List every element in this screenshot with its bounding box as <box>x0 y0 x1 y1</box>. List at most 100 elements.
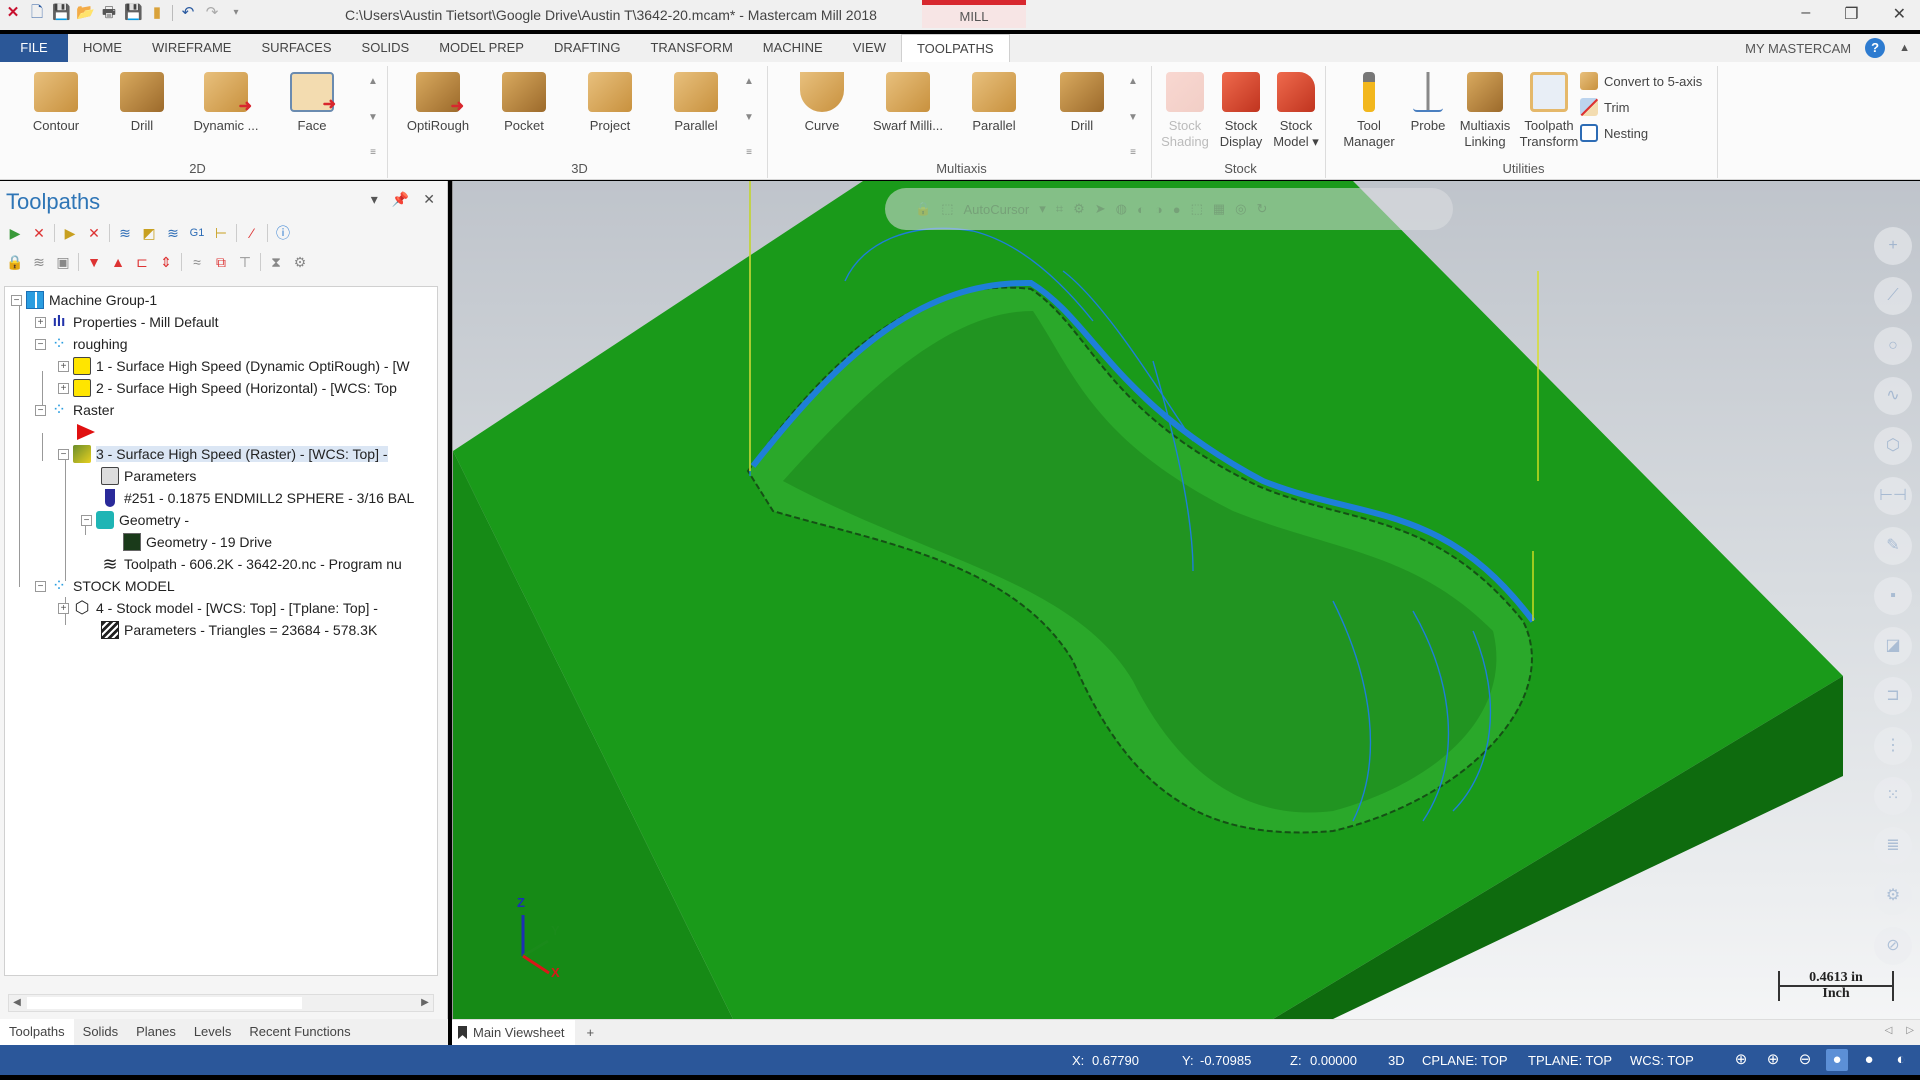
stock-display-button[interactable]: Stock Display <box>1214 72 1268 150</box>
autocursor-toolbar[interactable]: 🔒 ⬚ AutoCursor ▾ ⌗ ⚙ ➤ ◍ ◐ ◑ ● ⬚ ▦ ◎ ↻ <box>885 188 1453 230</box>
tree-node-raster-group[interactable]: − ⁘ Raster <box>35 399 114 421</box>
collapse-toggle[interactable]: − <box>58 448 69 460</box>
tree-node-roughing-group[interactable]: − ⁘ roughing <box>35 333 128 355</box>
help-icon[interactable]: ? <box>1865 38 1886 58</box>
collapse-ribbon-icon[interactable]: ▲ <box>1899 42 1910 54</box>
new-file-icon[interactable]: 🗋 <box>28 4 46 22</box>
tree-node-operation-1[interactable]: + 1 - Surface High Speed (Dynamic OptiRo… <box>58 355 410 377</box>
tree-node-toolpath-file[interactable]: ≋ Toolpath - 606.2K - 3642-20.nc - Progr… <box>101 553 401 575</box>
cplane-selector[interactable]: CPLANE: TOP <box>1422 1053 1508 1068</box>
wcs-selector[interactable]: WCS: TOP <box>1630 1053 1694 1068</box>
insert-after-icon[interactable]: ⊏ <box>133 253 151 271</box>
selection-mode-icon[interactable]: ⬚ <box>1191 201 1203 217</box>
color-icon[interactable]: ⁙ <box>1874 777 1912 815</box>
tree-node-geometry[interactable]: − Geometry - <box>81 509 189 531</box>
point-icon[interactable]: + <box>1874 227 1912 265</box>
multiaxis-linking-button[interactable]: Multiaxis Linking <box>1452 72 1518 150</box>
panel-close-icon[interactable]: ✕ <box>423 191 435 208</box>
convert-to-5-axis-button[interactable]: Convert to 5-axis <box>1580 72 1702 90</box>
mastercam-logo-icon[interactable]: ✕ <box>4 4 22 22</box>
scroll-insert-icon[interactable]: ⇕ <box>157 253 175 271</box>
select-all-operations-icon[interactable]: ▶ <box>6 224 24 242</box>
gallery-scroller-multiaxis[interactable]: ▲ ▼ ≡ <box>1126 76 1140 158</box>
dimension-icon[interactable]: ⊢⊣ <box>1874 477 1912 515</box>
tree-node-stock-parameters[interactable]: Parameters - Triangles = 23684 - 578.3K <box>101 619 377 641</box>
tree-node-operation-4[interactable]: + ⬡ 4 - Stock model - [WCS: Top] - [Tpla… <box>58 597 378 619</box>
scroll-right-icon[interactable]: ▶ <box>417 995 433 1011</box>
tplane-selector[interactable]: TPLANE: TOP <box>1528 1053 1612 1068</box>
translucency-icon[interactable]: ◐ <box>1890 1049 1912 1071</box>
hidden-globe-icon[interactable]: ⊖ <box>1794 1049 1816 1071</box>
tool-icon[interactable]: ✎ <box>1874 527 1912 565</box>
toolpath-help-icon[interactable]: ⓘ <box>274 224 292 242</box>
nesting-button[interactable]: Nesting <box>1580 124 1648 142</box>
body-select-icon[interactable]: ● <box>1173 202 1181 217</box>
scroll-thumb[interactable] <box>27 997 302 1009</box>
select-icon[interactable]: ➤ <box>1095 201 1106 217</box>
tab-surfaces[interactable]: SURFACES <box>246 34 346 62</box>
solid-icon[interactable]: ⬡ <box>1874 427 1912 465</box>
tab-solids[interactable]: SOLIDS <box>347 34 425 62</box>
pocket-button[interactable]: Pocket <box>484 72 564 134</box>
swarf-milling-button[interactable]: Swarf Milli... <box>868 72 948 134</box>
solid-select-icon[interactable]: ◍ <box>1116 201 1127 217</box>
hide-unselected-icon[interactable]: ⧉ <box>212 253 230 271</box>
tab-view[interactable]: VIEW <box>838 34 901 62</box>
probe-button[interactable]: Probe <box>1400 72 1456 134</box>
tab-home[interactable]: HOME <box>68 34 137 62</box>
dropdown-icon[interactable]: ▾ <box>1039 201 1046 217</box>
chain-icon[interactable]: ⋮ <box>1874 727 1912 765</box>
spline-icon[interactable]: ∿ <box>1874 377 1912 415</box>
add-viewsheet-button[interactable]: + <box>575 1025 595 1040</box>
show-selected-only-icon[interactable]: ≈ <box>188 253 206 271</box>
drill-multiaxis-button[interactable]: Drill <box>1042 72 1122 134</box>
tree-horizontal-scrollbar[interactable]: ◀ ▶ <box>8 994 434 1012</box>
stock-shading-button[interactable]: Stock Shading <box>1158 72 1212 150</box>
tab-wireframe[interactable]: WIREFRAME <box>137 34 246 62</box>
manager-tab-solids[interactable]: Solids <box>74 1019 127 1045</box>
wireframe-globe-icon[interactable]: ⊕ <box>1730 1049 1752 1071</box>
tab-model-prep[interactable]: MODEL PREP <box>424 34 539 62</box>
ghost-icon[interactable]: ▣ <box>54 253 72 271</box>
optirough-button[interactable]: OptiRough <box>398 72 478 134</box>
boolean-icon[interactable]: ◪ <box>1874 627 1912 665</box>
options-icon[interactable]: ⚙ <box>291 253 309 271</box>
parallel-multiaxis-button[interactable]: Parallel <box>954 72 1034 134</box>
collapse-toggle[interactable]: − <box>81 514 92 526</box>
save-as-icon[interactable]: 💾 <box>124 4 143 22</box>
regenerate-selected-icon[interactable]: ▶ <box>61 224 79 242</box>
box-icon[interactable]: ▪ <box>1874 577 1912 615</box>
settings-icon[interactable]: ⚙ <box>1073 201 1085 217</box>
manager-tab-levels[interactable]: Levels <box>185 1019 241 1045</box>
collapse-toggle[interactable]: − <box>11 294 22 306</box>
autocursor-label[interactable]: AutoCursor <box>963 202 1029 217</box>
curve-button[interactable]: Curve <box>782 72 862 134</box>
minimize-icon[interactable]: – <box>1801 4 1810 24</box>
gallery-scroller-2d[interactable]: ▲ ▼ ≡ <box>366 76 380 158</box>
shaded-sphere-icon[interactable]: ● <box>1826 1049 1848 1071</box>
face-button[interactable]: Face <box>272 72 352 134</box>
toggle-toolpath-display-icon[interactable]: ≋ <box>30 253 48 271</box>
line-icon[interactable]: ⟋ <box>1874 277 1912 315</box>
manager-tab-toolpaths[interactable]: Toolpaths <box>0 1019 74 1045</box>
tool-display-icon[interactable]: ⊤ <box>236 253 254 271</box>
tree-node-properties[interactable]: + ılı Properties - Mill Default <box>35 311 219 333</box>
tree-node-stock-model-group[interactable]: − ⁘ STOCK MODEL <box>35 575 175 597</box>
contour-button[interactable]: Contour <box>16 72 96 134</box>
bracket-icon[interactable]: ⊐ <box>1874 677 1912 715</box>
scroll-left-icon[interactable]: ◀ <box>9 995 25 1011</box>
higher-feed-icon[interactable]: ⊢ <box>212 224 230 242</box>
tree-node-parameters[interactable]: Parameters <box>101 465 196 487</box>
autocursor-icon[interactable]: ⬚ <box>941 201 953 217</box>
collapse-toggle[interactable]: − <box>35 404 46 416</box>
viewsheet-next-icon[interactable]: ▷ <box>1906 1025 1914 1036</box>
print-icon[interactable]: 🖶 <box>100 4 118 22</box>
toolpath-transform-button[interactable]: Toolpath Transform <box>1516 72 1582 150</box>
undo-icon[interactable]: ↶ <box>179 4 197 22</box>
close-icon[interactable]: ✕ <box>1893 4 1906 24</box>
settings-gear-icon[interactable]: ⚙ <box>1874 877 1912 915</box>
circle-icon[interactable]: ○ <box>1874 327 1912 365</box>
expand-toggle[interactable]: + <box>35 316 46 328</box>
tree-node-tool[interactable]: #251 - 0.1875 ENDMILL2 SPHERE - 3/16 BAL <box>101 487 414 509</box>
face-select-icon[interactable]: ◐ <box>1137 202 1145 217</box>
